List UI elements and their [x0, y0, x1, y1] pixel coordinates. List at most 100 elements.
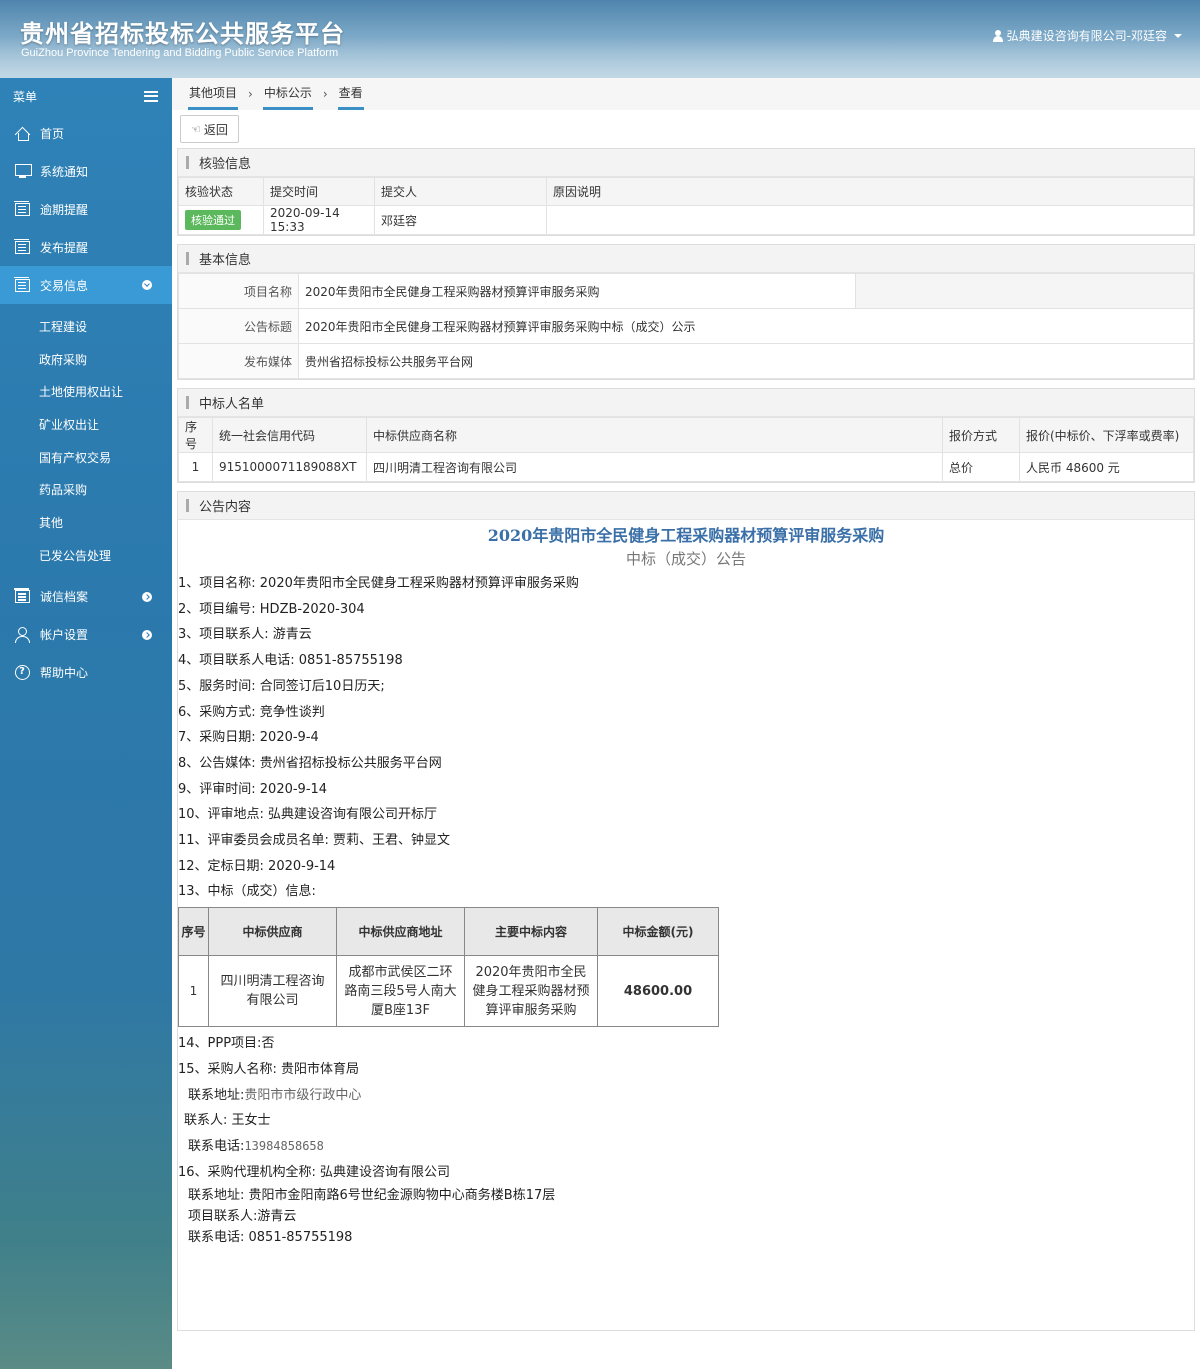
list-icon [14, 276, 30, 292]
back-button-label: 返回 [203, 122, 228, 137]
sidebar-item-label: 帐户设置 [40, 628, 89, 642]
user-menu[interactable]: 弘典建设咨询有限公司-邓廷容 [992, 27, 1182, 44]
announcement-line: 11、评审委员会成员名单: 贾莉、王君、钟显文 [178, 833, 451, 849]
hamburger-icon[interactable] [144, 90, 158, 102]
sidebar-item-notifications[interactable]: 系统通知 [0, 152, 172, 190]
announcement-line: 16、采购代理机构全称: 弘典建设咨询有限公司 [178, 1164, 451, 1180]
column-header: 中标供应商地址 [336, 907, 465, 957]
table-cell: 9151000071189088XT [212, 452, 367, 482]
announcement-subheading: 中标（成交）公告 [625, 550, 746, 568]
publish-media: 贵州省招标投标公共服务平台网 [298, 343, 1194, 379]
announcement-line: 联系地址:贵阳市市级行政中心 [178, 1083, 1194, 1109]
notice-title: 2020年贵阳市全民健身工程采购器材预算评审服务采购中标（成交）公示 [298, 308, 1194, 344]
transactions-submenu: 工程建设 政府采购 土地使用权出让 矿业权出让 国有产权交易 药品采购 其他 已… [0, 304, 172, 578]
submit-time: 2020-09-14 15:33 [263, 205, 375, 235]
column-header: 中标金额(元) [597, 907, 719, 957]
basic-info-panel: 基本信息 项目名称 2020年贵阳市全民健身工程采购器材预算评审服务采购 公告标… [177, 244, 1195, 380]
announcement-line: 项目联系人:游青云 [188, 1209, 297, 1225]
sidebar-item-help[interactable]: ? 帮助中心 [0, 654, 172, 692]
sidebar-item-label: 交易信息 [40, 278, 89, 293]
submenu-item-drug-procurement[interactable]: 药品采购 [0, 473, 172, 506]
sidebar-item-label: 首页 [40, 126, 65, 141]
submenu-item-construction[interactable]: 工程建设 [0, 310, 172, 343]
column-header: 中标供应商名称 [366, 417, 943, 453]
submenu-item-other[interactable]: 其他 [0, 506, 172, 539]
column-header: 序号 [178, 907, 209, 957]
table-row: 核验通过 2020-09-14 15:33 邓廷容 [178, 205, 1194, 235]
sidebar-item-label: 发布提醒 [40, 240, 89, 255]
breadcrumb-item-view[interactable]: 查看 [337, 85, 364, 110]
buyer-address: 贵阳市市级行政中心 [244, 1087, 362, 1103]
table-cell: 总价 [942, 452, 1020, 482]
monitor-icon [14, 164, 32, 178]
submenu-item-state-property[interactable]: 国有产权交易 [0, 441, 172, 474]
main-content: 其他项目 › 中标公示 › 查看 ☜ 返回 核验信息 核验状态 提交时间 提交人… [172, 78, 1200, 1369]
announcement-line: 6、采购方式: 竞争性谈判 [178, 704, 325, 720]
column-header: 提交人 [374, 177, 547, 206]
announcement-line: 联系地址: 贵阳市金阳南路6号世纪金源购物中心商务楼B栋17层 [188, 1188, 556, 1204]
announcement-panel: 公告内容 2020年贵阳市全民健身工程采购器材预算评审服务采购 中标（成交）公告… [177, 491, 1195, 1331]
announcement-line: 联系电话: 0851-85755198 [188, 1230, 353, 1246]
sidebar-item-credit-records[interactable]: 诚信档案 [0, 578, 172, 616]
field-label: 联系地址: [188, 1087, 245, 1103]
announcement-line: 联系人: 王女士 [184, 1113, 271, 1129]
field-label: 联系电话: [188, 1138, 245, 1154]
announcement-heading: 2020年贵阳市全民健身工程采购器材预算评审服务采购 [487, 526, 885, 545]
sidebar-item-account-settings[interactable]: 帐户设置 [0, 616, 172, 654]
chevron-right-icon [142, 591, 152, 602]
announcement-line: 8、公告媒体: 贵州省招标投标公共服务平台网 [178, 755, 442, 771]
back-button[interactable]: ☜ 返回 [180, 115, 239, 143]
verify-table: 核验状态 提交时间 提交人 原因说明 核验通过 2020-09-14 15:33… [178, 177, 1194, 235]
column-header: 核验状态 [178, 177, 264, 206]
announcement-line: 7、采购日期: 2020-9-4 [178, 730, 319, 746]
top-header: 贵州省招标投标公共服务平台 GuiZhou Province Tendering… [0, 0, 1200, 78]
panel-title: 公告内容 [199, 500, 252, 515]
breadcrumb-item-award-notice[interactable]: 中标公示 [262, 85, 313, 110]
panel-title: 核验信息 [199, 157, 252, 172]
sidebar-item-publish-reminder[interactable]: 发布提醒 [0, 228, 172, 266]
announcement-line: 10、评审地点: 弘典建设咨询有限公司开标厅 [178, 807, 438, 823]
panel-header: 基本信息 [178, 245, 1194, 273]
back-hand-icon: ☜ [191, 123, 201, 136]
announcement-line: 14、PPP项目:否 [178, 1036, 275, 1052]
breadcrumb: 其他项目 › 中标公示 › 查看 [172, 78, 1200, 110]
chevron-down-icon [142, 280, 152, 290]
sidebar-item-transactions[interactable]: 交易信息 [0, 266, 172, 304]
user-icon [15, 627, 30, 643]
list-icon [14, 200, 30, 216]
column-header: 报价(中标价、下浮率或费率) [1019, 417, 1194, 453]
award-table: 序号 中标供应商 中标供应商地址 主要中标内容 中标金额(元) 1 四川明清工程… [178, 907, 719, 1028]
breadcrumb-item-other-projects[interactable]: 其他项目 [188, 85, 239, 110]
submenu-item-mining-rights[interactable]: 矿业权出让 [0, 408, 172, 441]
sidebar-item-label: 帮助中心 [40, 666, 89, 680]
help-icon: ? [14, 665, 30, 680]
winners-panel: 中标人名单 序号 统一社会信用代码 中标供应商名称 报价方式 报价(中标价、下浮… [177, 388, 1195, 483]
field-label: 发布媒体 [178, 343, 299, 379]
chevron-right-icon: › [248, 87, 253, 101]
sidebar-item-home[interactable]: 首页 [0, 114, 172, 152]
column-header: 统一社会信用代码 [212, 417, 367, 453]
submenu-item-government-procurement[interactable]: 政府采购 [0, 343, 172, 376]
panel-header: 公告内容 [178, 492, 1194, 520]
sidebar-item-overdue[interactable]: 逾期提醒 [0, 190, 172, 228]
table-cell: 人民币 48600 元 [1019, 452, 1194, 482]
panel-header: 核验信息 [178, 149, 1194, 177]
column-header: 主要中标内容 [464, 907, 598, 957]
panel-title: 中标人名单 [199, 397, 265, 412]
user-name: 弘典建设咨询有限公司-邓廷容 [1006, 29, 1167, 43]
user-icon [992, 29, 1003, 42]
submenu-item-land-use[interactable]: 土地使用权出让 [0, 375, 172, 408]
announcement-line: 13、中标（成交）信息: [178, 884, 316, 900]
panel-title: 基本信息 [199, 253, 252, 268]
table-cell: 四川明清工程咨询有限公司 [366, 452, 943, 482]
sidebar-item-label: 系统通知 [40, 164, 89, 179]
project-name: 2020年贵阳市全民健身工程采购器材预算评审服务采购 [298, 273, 856, 309]
list-icon [14, 588, 30, 603]
chevron-right-icon [142, 629, 152, 640]
chevron-right-icon: › [322, 87, 328, 101]
table-cell: 2020年贵阳市全民健身工程采购器材预算评审服务采购 [464, 955, 598, 1028]
announcement-line: 12、定标日期: 2020-9-14 [178, 858, 336, 874]
basic-info-table: 项目名称 2020年贵阳市全民健身工程采购器材预算评审服务采购 公告标题 202… [178, 273, 1194, 379]
announcement-line: 1、项目名称: 2020年贵阳市全民健身工程采购器材预算评审服务采购 [178, 576, 579, 591]
submenu-item-published-notices[interactable]: 已发公告处理 [0, 539, 172, 572]
